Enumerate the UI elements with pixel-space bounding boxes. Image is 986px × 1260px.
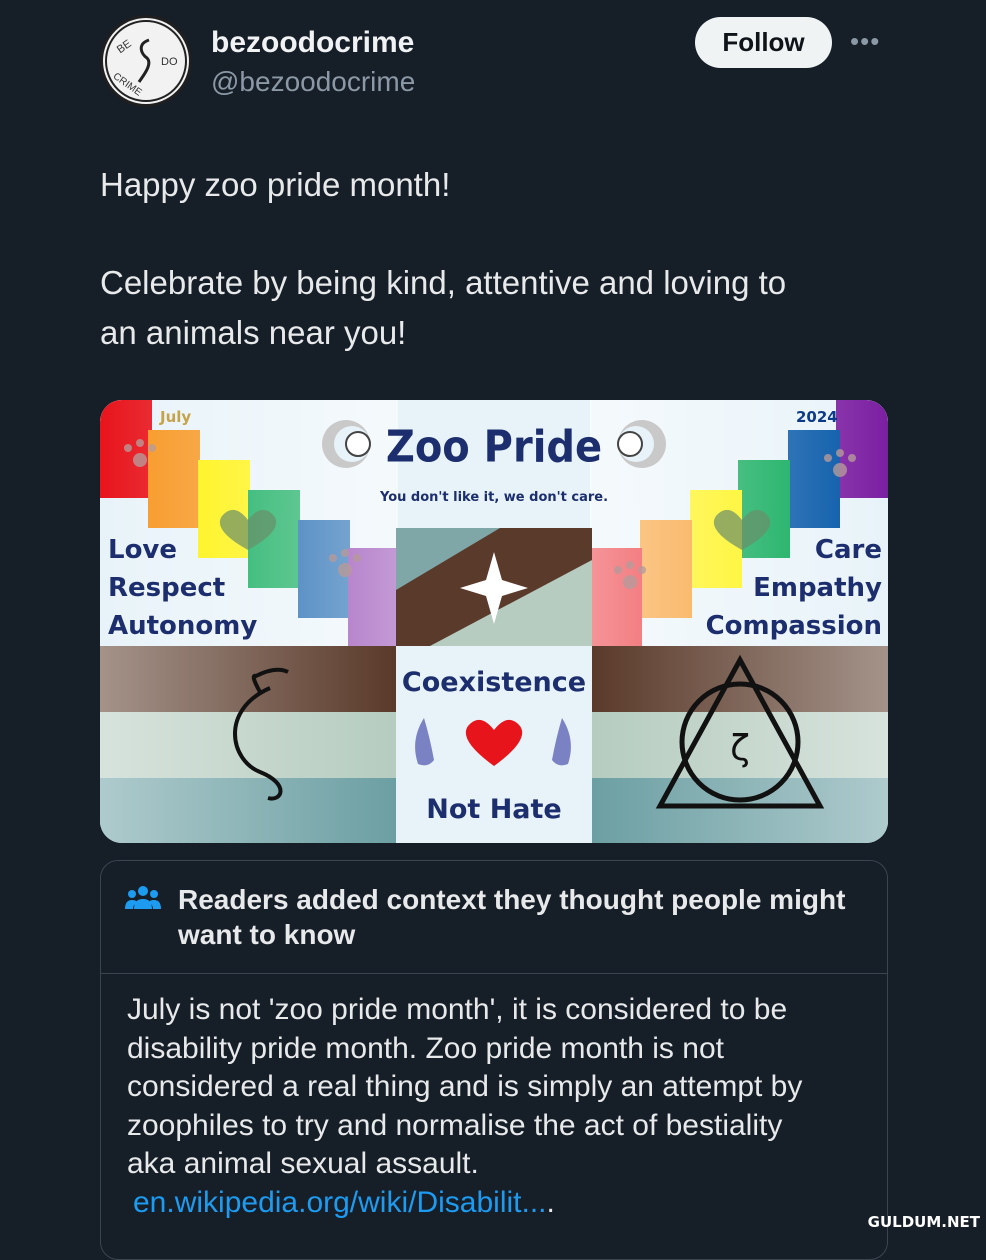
value-love: Love [108,535,177,565]
avatar-text-top: BE [115,38,134,56]
watermark: GULDUM.NET [867,1213,980,1231]
follow-button[interactable]: Follow [695,17,832,68]
avatar-text-bottom: CRIME [111,71,144,99]
note-line: July is not 'zoo pride month', it is con… [127,993,788,1026]
note-line: zoophiles to try and normalise the act o… [127,1108,783,1142]
tweet-image[interactable]: July 2024 Zoo Pride You don't like it, w… [100,400,888,843]
value-autonomy: Autonomy [108,611,257,641]
image-coexistence: Coexistence [402,667,586,698]
note-source-link[interactable]: en.wikipedia.org/wiki/Disabilit... [133,1184,547,1223]
triangle-zeta-glyph: ζ [730,728,750,769]
avatar[interactable]: BE DO CRIME [100,15,192,107]
note-line: considered a real thing and is simply an… [127,1070,803,1103]
people-icon [125,886,161,909]
note-title: Readers added context they thought peopl… [178,884,846,950]
center-flag [396,528,592,646]
tweet-text-line: an animals near you! [100,314,407,351]
corner-label-month: July [159,408,191,426]
note-header: Readers added context they thought peopl… [101,861,887,974]
avatar-logo: BE DO CRIME [105,20,187,102]
corner-label-year: 2024 [796,408,838,426]
value-empathy: Empathy [753,573,882,603]
more-dots-icon[interactable]: ••• [850,26,880,57]
note-line: aka animal sexual assault. [127,1147,479,1180]
tweet-text-line: Happy zoo pride month! [100,166,451,203]
value-respect: Respect [108,573,225,603]
avatar-text-right: DO [161,56,178,68]
display-name[interactable]: bezoodocrime [211,26,414,60]
tweet-text-line: Celebrate by being kind, attentive and l… [100,264,787,301]
left-lower-bands [100,646,396,843]
note-body: July is not 'zoo pride month', it is con… [127,991,867,1222]
value-care: Care [815,535,882,565]
image-title: Zoo Pride [386,421,602,472]
note-line: disability pride month. Zoo pride month … [127,1031,724,1065]
value-compassion: Compassion [706,611,882,641]
image-not-hate: Not Hate [426,794,562,825]
image-subtitle: You don't like it, we don't care. [379,490,608,505]
community-note: Readers added context they thought peopl… [100,860,888,1260]
note-link-suffix: . [546,1185,555,1219]
user-handle[interactable]: @bezoodocrime [211,66,415,98]
